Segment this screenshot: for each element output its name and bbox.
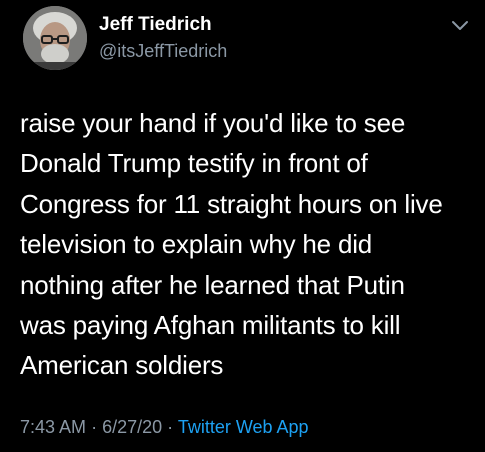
tweet-metadata: 7:43 AM · 6/27/20 · Twitter Web App	[20, 417, 309, 438]
meta-separator: ·	[91, 417, 98, 437]
chevron-down-icon[interactable]	[451, 20, 469, 32]
tweet-time[interactable]: 7:43 AM	[20, 417, 86, 437]
tweet-source-link[interactable]: Twitter Web App	[178, 417, 309, 437]
author-display-name[interactable]: Jeff Tiedrich	[99, 14, 212, 36]
avatar[interactable]	[23, 6, 87, 70]
tweet-date[interactable]: 6/27/20	[102, 417, 162, 437]
tweet-line: raise your hand if you'd like to see	[20, 108, 406, 138]
tweet-line: nothing after he learned that Putin	[20, 269, 405, 300]
tweet-text: raise your hand if you'd like to see Don…	[20, 103, 475, 386]
author-handle[interactable]: @itsJeffTiedrich	[99, 41, 227, 62]
tweet-line: American soldiers	[20, 350, 224, 381]
meta-separator: ·	[167, 417, 174, 437]
tweet-line: Donald Trump testify in front of	[20, 148, 368, 179]
tweet-line: television to explain why he did	[20, 229, 373, 260]
tweet-card: Jeff Tiedrich @itsJeffTiedrich raise you…	[0, 0, 485, 452]
tweet-line: Congress for 11 straight hours on live	[20, 188, 443, 219]
tweet-line: was paying Afghan militants to kill	[20, 310, 401, 341]
avatar-photo	[23, 6, 87, 70]
